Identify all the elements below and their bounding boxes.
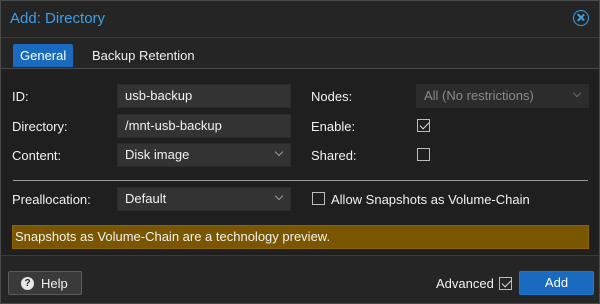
content-value: Disk image xyxy=(125,147,190,162)
advanced-label: Advanced xyxy=(436,276,494,291)
enable-label: Enable: xyxy=(311,119,356,134)
enable-checkbox[interactable] xyxy=(417,119,430,132)
snapshots-label[interactable]: Allow Snapshots as Volume-Chain xyxy=(331,192,530,207)
chevron-down-icon xyxy=(572,88,582,98)
id-label: ID: xyxy=(12,89,29,104)
content-select[interactable]: Disk image xyxy=(117,143,291,167)
tab-backup-retention[interactable]: Backup Retention xyxy=(85,44,202,67)
shared-checkbox[interactable] xyxy=(417,148,430,161)
add-directory-dialog: Add: Directory General Backup Retention … xyxy=(0,0,600,304)
title-bar: Add: Directory xyxy=(1,1,599,37)
content-label: Content: xyxy=(12,148,62,163)
tech-preview-notice: Snapshots as Volume-Chain are a technolo… xyxy=(12,225,589,249)
directory-field[interactable]: /mnt-usb-backup xyxy=(117,114,291,138)
nodes-value: All (No restrictions) xyxy=(424,88,534,103)
nodes-label: Nodes: xyxy=(311,89,353,104)
id-value: usb-backup xyxy=(125,88,193,103)
close-icon[interactable] xyxy=(573,10,589,26)
dialog-footer: ? Help Advanced Add xyxy=(1,255,599,303)
advanced-checkbox[interactable] xyxy=(499,277,512,290)
shared-label: Shared: xyxy=(311,148,357,163)
tab-bar: General Backup Retention xyxy=(1,37,599,69)
form-body: ID: usb-backup Directory: /mnt-usb-backu… xyxy=(1,69,599,255)
chevron-down-icon xyxy=(274,147,284,157)
help-button[interactable]: ? Help xyxy=(8,271,82,295)
directory-label: Directory: xyxy=(12,119,68,134)
help-label: Help xyxy=(41,276,68,291)
preallocation-label: Preallocation: xyxy=(12,192,91,207)
snapshots-checkbox[interactable] xyxy=(312,192,325,205)
directory-value: /mnt-usb-backup xyxy=(125,118,222,133)
chevron-down-icon xyxy=(274,191,284,201)
id-field[interactable]: usb-backup xyxy=(117,84,291,108)
notice-text: Snapshots as Volume-Chain are a technolo… xyxy=(15,229,331,244)
preallocation-select[interactable]: Default xyxy=(117,187,291,211)
tab-general[interactable]: General xyxy=(13,44,74,67)
add-label: Add xyxy=(544,275,569,290)
help-icon: ? xyxy=(21,277,34,290)
add-button[interactable]: Add xyxy=(519,271,594,295)
nodes-select[interactable]: All (No restrictions) xyxy=(416,84,589,108)
dialog-title: Add: Directory xyxy=(10,10,106,27)
section-divider xyxy=(13,180,588,181)
preallocation-value: Default xyxy=(125,191,167,206)
